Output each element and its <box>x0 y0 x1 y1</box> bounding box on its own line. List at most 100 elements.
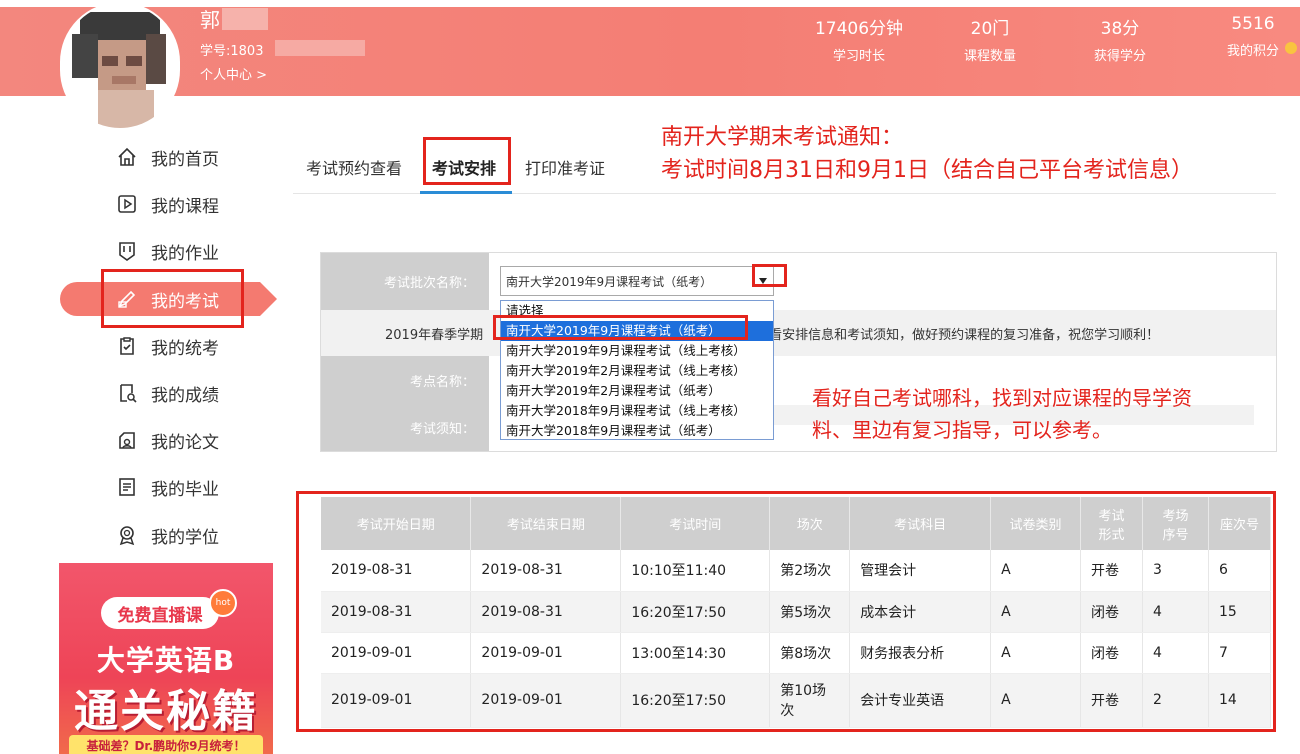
annotation-box-dropdown-arrow <box>752 264 787 287</box>
cell-room-number: 3 <box>1142 550 1209 592</box>
cell-seat-number: 15 <box>1208 591 1272 633</box>
stat-value: 38分 <box>1100 19 1140 39</box>
cell-subject: 管理会计 <box>849 550 992 592</box>
cell-time: 16:20至17:50 <box>620 673 771 728</box>
sidebar-item-homework[interactable]: 我的作业 <box>116 234 276 268</box>
thesis-icon <box>116 429 138 451</box>
exam-schedule-table: 考试开始日期 考试结束日期 考试时间 场次 考试科目 试卷类别 考试形式 考场序… <box>321 497 1272 728</box>
cell-exam-form: 闭卷 <box>1080 632 1143 674</box>
grade-icon <box>116 382 138 404</box>
personal-center-link[interactable]: 个人中心 > <box>200 64 267 83</box>
stat-value: 5516 <box>1231 14 1275 34</box>
avatar[interactable] <box>60 2 180 130</box>
cell-session: 第10场次 <box>769 673 851 728</box>
sidebar-item-label: 我的毕业 <box>151 479 219 500</box>
ad-live-badge: 免费直播课 <box>101 597 219 629</box>
annotation-note-title: 南开大学期末考试通知： <box>661 125 904 150</box>
sidebar-item-graduation[interactable]: 我的毕业 <box>116 470 276 504</box>
cell-room-number: 4 <box>1142 632 1209 674</box>
promo-banner[interactable]: 免费直播课 hot 大学英语B 通关秘籍 基础差？Dr.鹏助你9月统考！ <box>59 563 273 754</box>
annotation-note-dates: 考试时间8月31日和9月1日（结合自己平台考试信息） <box>661 158 1193 183</box>
cell-room-number: 4 <box>1142 591 1209 633</box>
sidebar-item-label: 我的论文 <box>151 432 219 453</box>
ad-tagline: 基础差？Dr.鹏助你9月统考！ <box>69 735 263 754</box>
cell-start-date: 2019-09-01 <box>321 673 472 728</box>
stat-study-time: 17406分钟 学习时长 <box>794 14 924 64</box>
col-room-number: 考场序号 <box>1142 497 1209 550</box>
cell-exam-form: 开卷 <box>1080 550 1143 592</box>
cell-exam-form: 开卷 <box>1080 673 1143 728</box>
header-top-strip <box>0 0 1300 7</box>
annotation-note-guide: 看好自己考试哪科，找到对应课程的导学资 <box>812 386 1192 410</box>
sidebar-item-label: 我的首页 <box>151 149 219 170</box>
cell-paper-type: A <box>990 550 1082 592</box>
col-paper-type: 试卷类别 <box>990 497 1082 550</box>
user-name-mask <box>222 8 268 30</box>
homework-icon <box>116 240 138 262</box>
site-label: 考点名称： <box>321 356 489 404</box>
cell-paper-type: A <box>990 591 1082 633</box>
annotation-note-guide-cont: 料、里边有复习指导，可以参考。 <box>812 418 1112 442</box>
sidebar-item-courses[interactable]: 我的课程 <box>116 187 276 221</box>
table-row: 2019-08-31 2019-08-31 10:10至11:40 第2场次 管… <box>321 550 1272 592</box>
tab-exam-reservation[interactable]: 考试预约查看 <box>306 155 402 179</box>
exam-batch-select[interactable]: 南开大学2019年9月课程考试（纸考） <box>500 266 774 296</box>
dropdown-option[interactable]: 南开大学2018年9月课程考试（纸考） <box>501 421 773 441</box>
cell-exam-form: 闭卷 <box>1080 591 1143 633</box>
sidebar-item-label: 我的成绩 <box>151 385 219 406</box>
col-start-date: 考试开始日期 <box>321 497 472 550</box>
course-icon <box>116 193 138 215</box>
dropdown-option[interactable]: 南开大学2019年2月课程考试（线上考核） <box>501 361 773 381</box>
ad-hot-badge: hot <box>209 589 237 617</box>
cell-end-date: 2019-09-01 <box>470 632 622 674</box>
points-dot-icon <box>1285 42 1297 54</box>
sidebar-item-home[interactable]: 我的首页 <box>116 140 276 174</box>
cell-seat-number: 6 <box>1208 550 1272 592</box>
cell-subject: 会计专业英语 <box>849 673 992 728</box>
cell-time: 16:20至17:50 <box>620 591 771 633</box>
cell-paper-type: A <box>990 632 1082 674</box>
dropdown-option[interactable]: 南开大学2019年2月课程考试（纸考） <box>501 381 773 401</box>
sidebar-item-label: 我的作业 <box>151 243 219 264</box>
col-seat-number: 座次号 <box>1208 497 1272 550</box>
sidebar-item-label: 我的学位 <box>151 527 219 548</box>
dropdown-option[interactable]: 南开大学2018年9月课程考试（线上考核） <box>501 401 773 421</box>
annotation-box-my-exam <box>101 269 244 328</box>
col-exam-form: 考试形式 <box>1080 497 1143 550</box>
sidebar-item-label: 我的课程 <box>151 196 219 217</box>
cell-session: 第8场次 <box>769 632 851 674</box>
stat-value: 20门 <box>970 19 1010 39</box>
sidebar-item-unified-exams[interactable]: 我的统考 <box>116 329 276 363</box>
table-header-row: 考试开始日期 考试结束日期 考试时间 场次 考试科目 试卷类别 考试形式 考场序… <box>321 497 1272 550</box>
stat-label: 学习时长 <box>832 49 885 64</box>
sidebar-item-thesis[interactable]: 我的论文 <box>116 423 276 457</box>
graduation-icon <box>116 476 138 498</box>
student-id: 学号:1803 <box>200 44 264 59</box>
batch-label: 考试批次名称： <box>321 253 489 310</box>
col-subject: 考试科目 <box>849 497 992 550</box>
sidebar-item-grades[interactable]: 我的成绩 <box>116 376 276 410</box>
sidebar-item-degree[interactable]: 我的学位 <box>116 518 276 552</box>
table-row: 2019-08-31 2019-08-31 16:20至17:50 第5场次 成… <box>321 591 1272 633</box>
cell-paper-type: A <box>990 673 1082 728</box>
cell-subject: 成本会计 <box>849 591 992 633</box>
cell-subject: 财务报表分析 <box>849 632 992 674</box>
stat-value: 17406分钟 <box>814 19 904 39</box>
table-row: 2019-09-01 2019-09-01 16:20至17:50 第10场次 … <box>321 673 1272 728</box>
stat-label: 课程数量 <box>963 49 1016 64</box>
cell-start-date: 2019-08-31 <box>321 550 472 592</box>
cell-session: 第5场次 <box>769 591 851 633</box>
cell-session: 第2场次 <box>769 550 851 592</box>
cell-start-date: 2019-09-01 <box>321 632 472 674</box>
ad-title: 大学英语B <box>96 644 236 677</box>
stat-credits: 38分 获得学分 <box>1055 14 1185 64</box>
exam-notice-row: 2019年春季学期 看安排信息和考试须知，做好预约课程的复习准备，祝您学习顺利！ <box>321 310 1276 356</box>
annotation-box-selected-option <box>493 315 748 340</box>
table-row: 2019-09-01 2019-09-01 13:00至14:30 第8场次 财… <box>321 632 1272 674</box>
stat-points[interactable]: 5516 我的积分 <box>1188 14 1300 59</box>
tab-print-admission-ticket[interactable]: 打印准考证 <box>525 155 605 179</box>
ad-headline: 通关秘籍 <box>74 686 258 737</box>
cell-start-date: 2019-08-31 <box>321 591 472 633</box>
notice-text-right: 看安排信息和考试须知，做好预约课程的复习准备，祝您学习顺利！ <box>769 327 1160 343</box>
dropdown-option[interactable]: 南开大学2019年9月课程考试（线上考核） <box>501 341 773 361</box>
